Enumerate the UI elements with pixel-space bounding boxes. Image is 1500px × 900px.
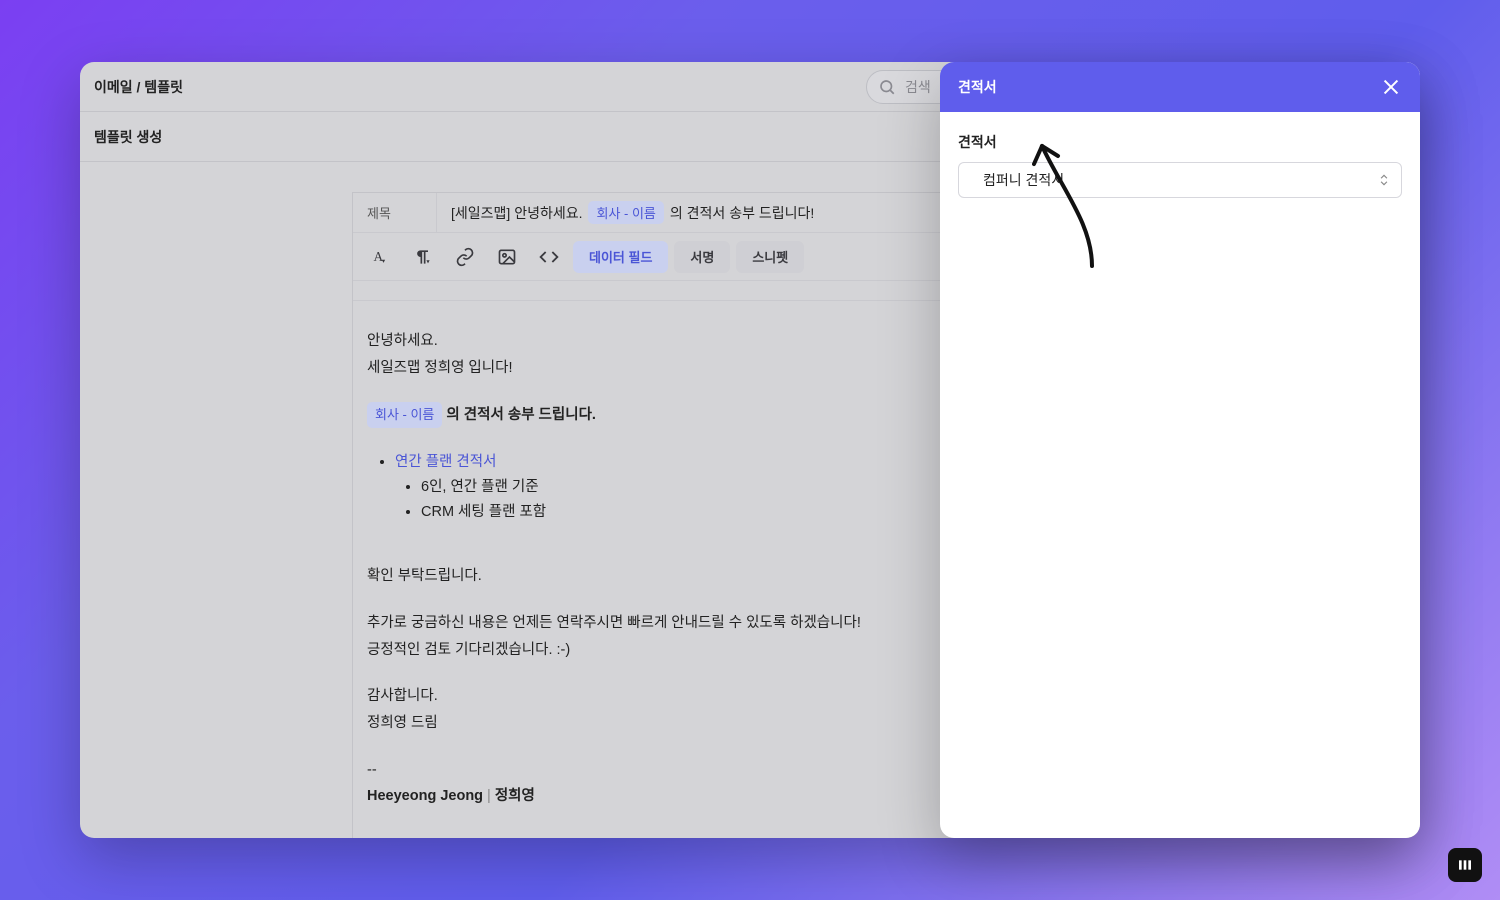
quote-select[interactable]: 컴퍼니 견적서 [958, 162, 1402, 198]
paragraph-icon[interactable]: ▾ [405, 241, 441, 273]
signature-name-en: Heeyeong Jeong [367, 788, 483, 804]
datafield-button[interactable]: 데이터 필드 [573, 241, 668, 273]
side-panel-title: 견적서 [958, 77, 1380, 97]
chevron-updown-icon [1377, 173, 1391, 187]
quote-side-panel: 견적서 견적서 컴퍼니 견적서 [940, 62, 1420, 838]
quote-link[interactable]: 연간 플랜 견적서 [395, 454, 496, 470]
image-icon[interactable] [489, 241, 525, 273]
signature-name-ko: 정희영 [495, 788, 535, 804]
side-panel-body: 견적서 컴퍼니 견적서 [940, 112, 1420, 218]
link-icon[interactable] [447, 241, 483, 273]
breadcrumb: 이메일 / 템플릿 [94, 77, 183, 97]
svg-text:▾: ▾ [426, 258, 430, 265]
body-datafield-chip[interactable]: 회사 - 이름 [367, 402, 442, 428]
svg-text:▾: ▾ [382, 257, 386, 264]
subject-label: 제목 [353, 193, 437, 232]
page-title: 템플릿 생성 [94, 127, 162, 147]
close-icon[interactable] [1380, 76, 1402, 98]
subject-value[interactable]: [세일즈맵] 안녕하세요. 회사 - 이름 의 견적서 송부 드립니다! [437, 201, 814, 224]
brand-badge[interactable] [1448, 848, 1482, 882]
signature-button[interactable]: 서명 [674, 241, 730, 273]
search-icon [878, 78, 896, 96]
quote-select-value: 컴퍼니 견적서 [983, 170, 1064, 190]
annotation-arrow [1032, 134, 1112, 274]
snippet-button[interactable]: 스니펫 [736, 241, 804, 273]
subject-suffix: 의 견적서 송부 드립니다! [670, 203, 814, 223]
quote-field-label: 견적서 [958, 132, 1402, 152]
font-icon[interactable]: A▾ [363, 241, 399, 273]
side-panel-header: 견적서 [940, 62, 1420, 112]
subject-datafield-chip[interactable]: 회사 - 이름 [588, 201, 663, 224]
body-bold: 의 견적서 송부 드립니다. [442, 407, 596, 423]
subject-prefix: [세일즈맵] 안녕하세요. [451, 203, 582, 223]
code-icon[interactable] [531, 241, 567, 273]
